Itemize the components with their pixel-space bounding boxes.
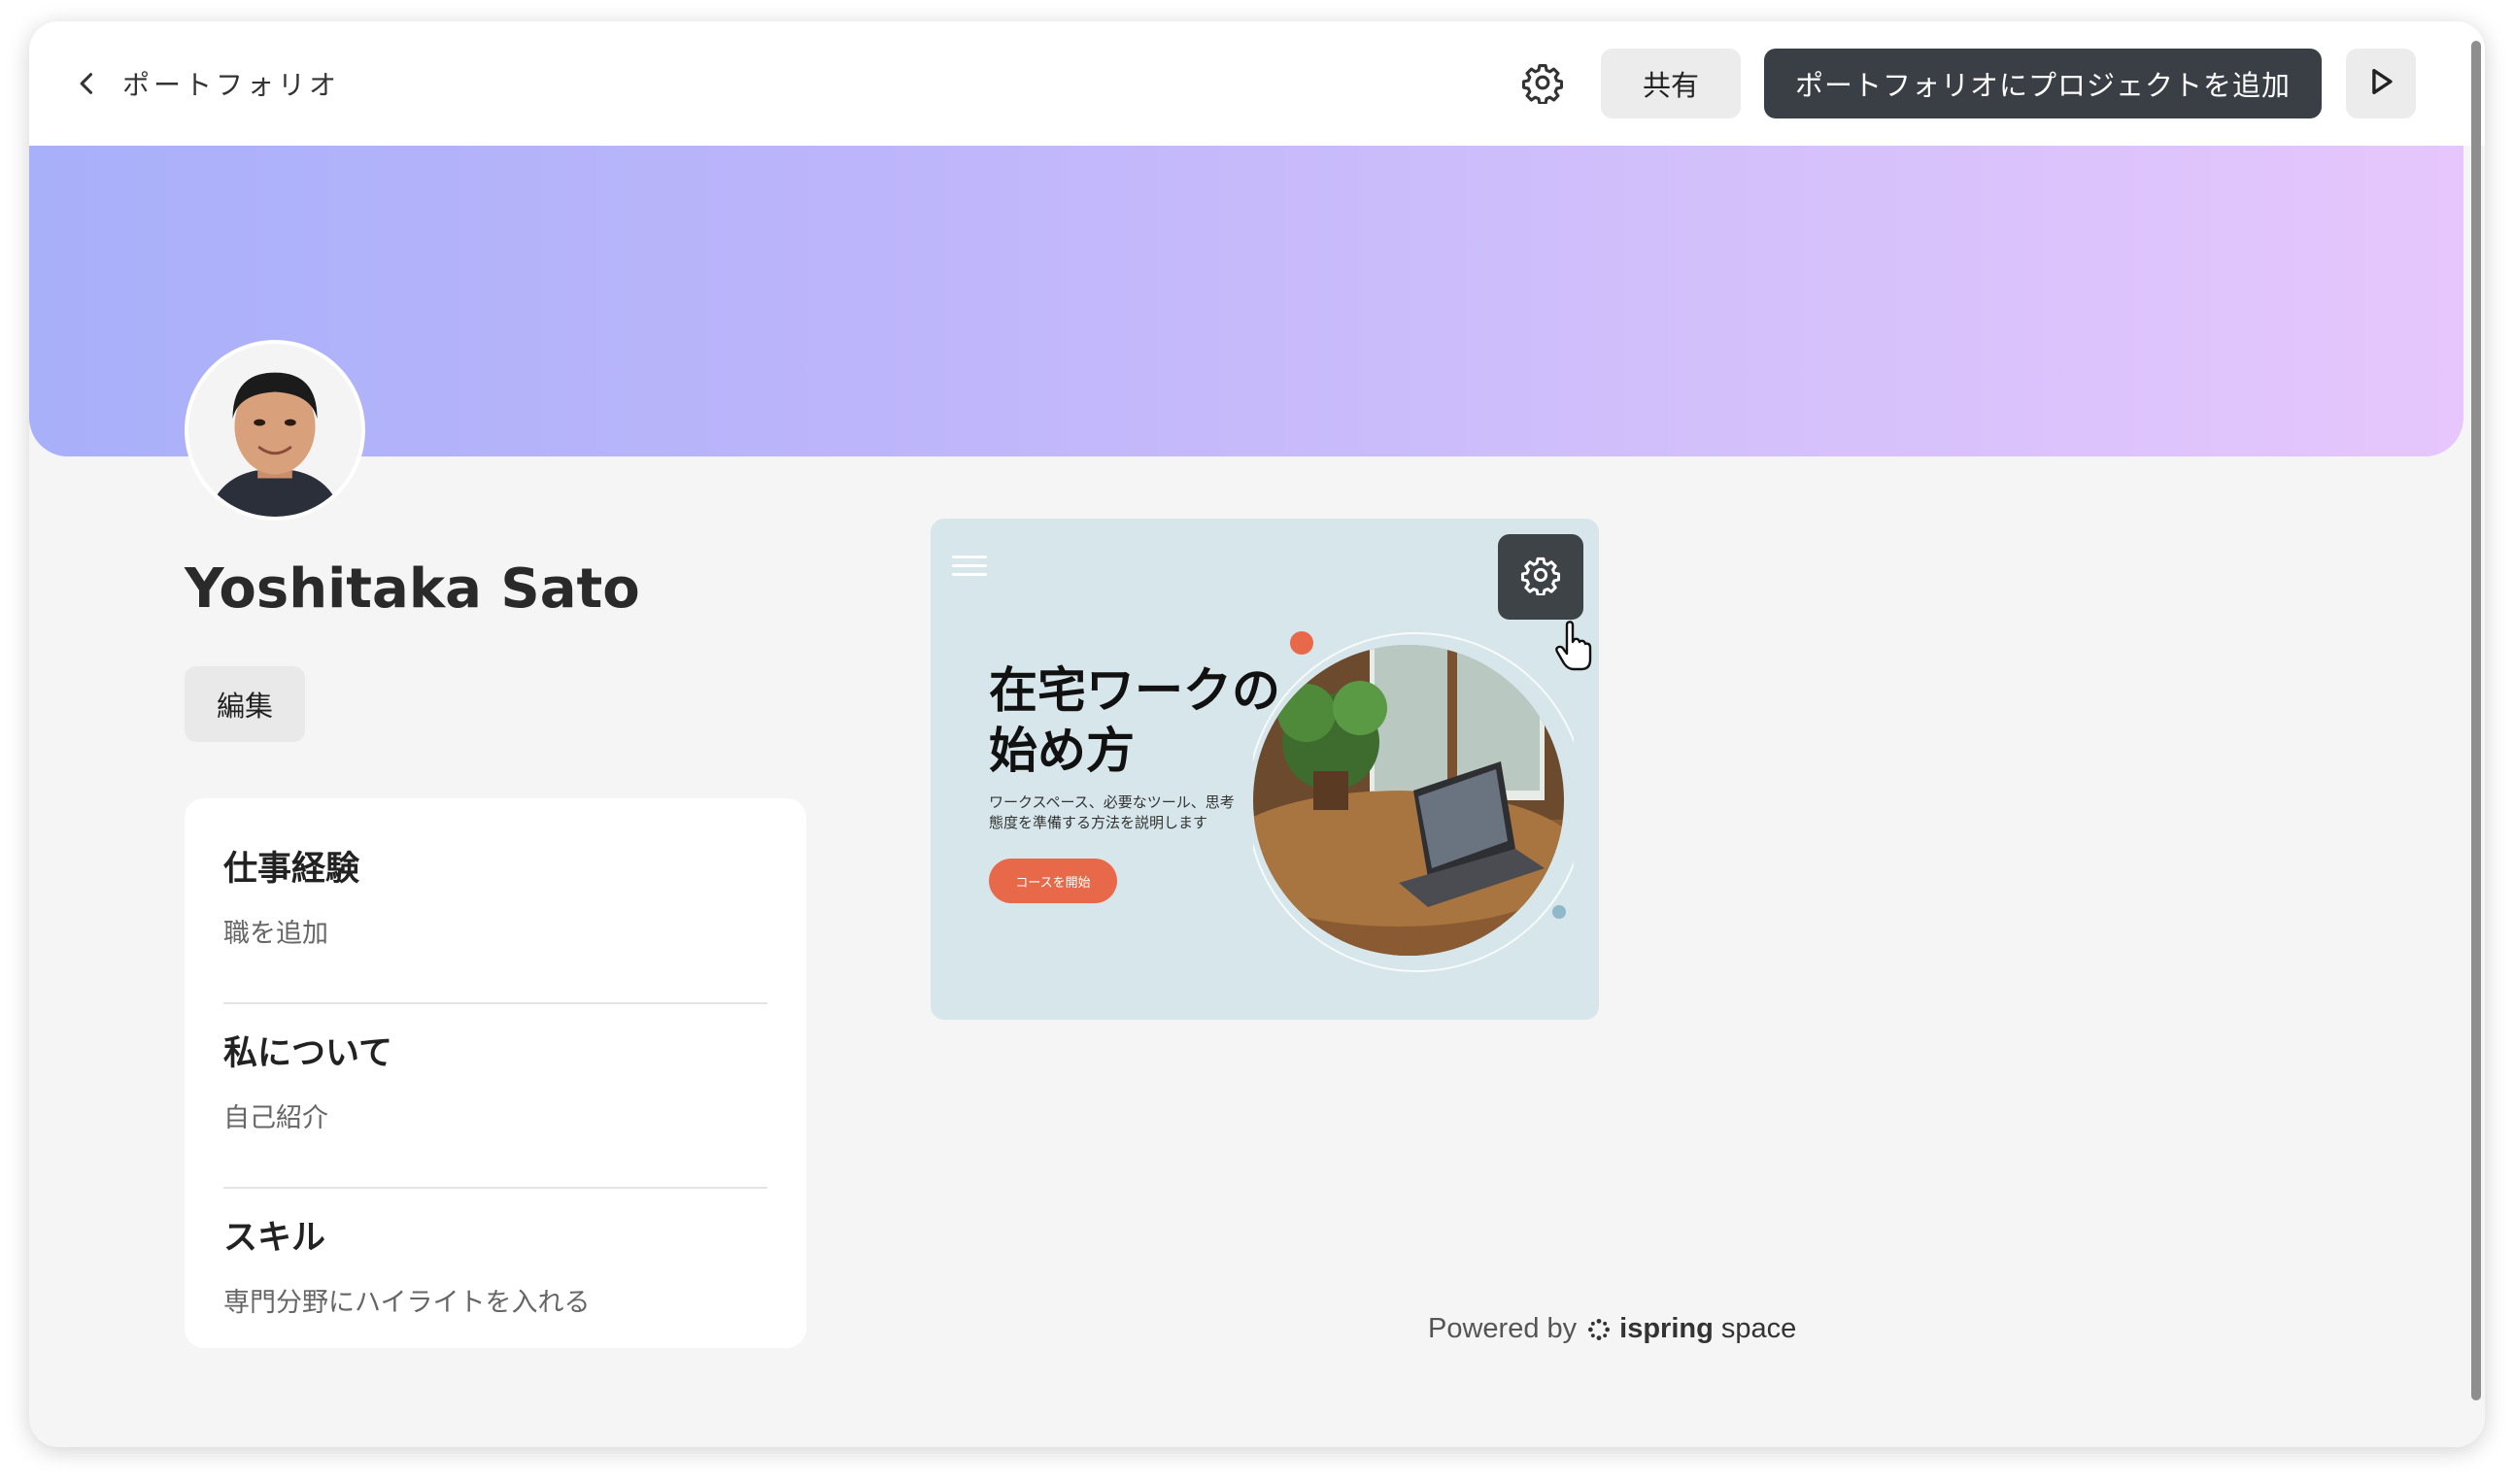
cover-banner	[29, 146, 2463, 456]
edit-profile-button[interactable]: 編集	[185, 666, 305, 742]
scrollbar[interactable]	[2467, 21, 2485, 1420]
gear-icon	[1520, 555, 1561, 599]
course-project-card[interactable]: 在宅ワークの始め方 ワークスペース、必要なツール、思考態度を準備する方法を説明し…	[931, 519, 1599, 1020]
course-title: 在宅ワークの始め方	[989, 662, 1280, 779]
course-image	[1253, 631, 1574, 972]
avatar	[185, 340, 365, 521]
about-me-section: 私について 自己紹介	[223, 1026, 767, 1134]
play-icon	[2364, 65, 2397, 102]
card-settings-button[interactable]	[1498, 534, 1583, 620]
top-bar: ポートフォリオ 共有 ポートフォリオにプロジェクトを追加	[29, 21, 2485, 146]
divider	[223, 1002, 767, 1004]
profile-info-card: 仕事経験 職を追加 私について 自己紹介 スキル 専門分野にハイライトを入れる	[185, 798, 806, 1348]
ispring-logo-icon	[1588, 1318, 1611, 1340]
app-window: ポートフォリオ 共有 ポートフォリオにプロジェクトを追加 Yoshitaka S…	[29, 21, 2485, 1447]
powered-by-text: Powered by	[1428, 1313, 1578, 1344]
profile-name: Yoshitaka Sato	[185, 557, 640, 621]
back-label: ポートフォリオ	[122, 69, 341, 101]
brand-suffix: space	[1720, 1313, 1797, 1344]
chevron-left-icon	[58, 54, 117, 113]
section-title: スキル	[223, 1219, 326, 1258]
preview-button[interactable]	[2346, 49, 2416, 118]
gear-icon	[1521, 61, 1564, 108]
start-course-button: コースを開始	[989, 859, 1117, 903]
self-intro-link[interactable]: 自己紹介	[223, 1096, 767, 1134]
divider	[223, 1187, 767, 1189]
brand-name: ispring	[1619, 1313, 1714, 1344]
share-button[interactable]: 共有	[1601, 49, 1741, 118]
back-button[interactable]: ポートフォリオ	[58, 49, 340, 118]
add-job-link[interactable]: 職を追加	[223, 912, 767, 950]
section-title: 仕事経験	[223, 850, 360, 889]
add-project-button[interactable]: ポートフォリオにプロジェクトを追加	[1764, 49, 2322, 118]
work-experience-section: 仕事経験 職を追加	[223, 841, 767, 950]
course-description: ワークスペース、必要なツール、思考態度を準備する方法を説明します	[989, 793, 1235, 831]
settings-button[interactable]	[1509, 51, 1577, 118]
add-skills-link[interactable]: 専門分野にハイライトを入れる	[223, 1281, 767, 1319]
hand-cursor-icon	[1555, 621, 1592, 671]
skills-section: スキル 専門分野にハイライトを入れる	[223, 1210, 767, 1319]
section-title: 私について	[223, 1034, 392, 1073]
powered-by[interactable]: Powered by ispring space	[1428, 1313, 1796, 1345]
menu-icon	[952, 556, 987, 579]
scrollbar-thumb[interactable]	[2471, 41, 2481, 1400]
